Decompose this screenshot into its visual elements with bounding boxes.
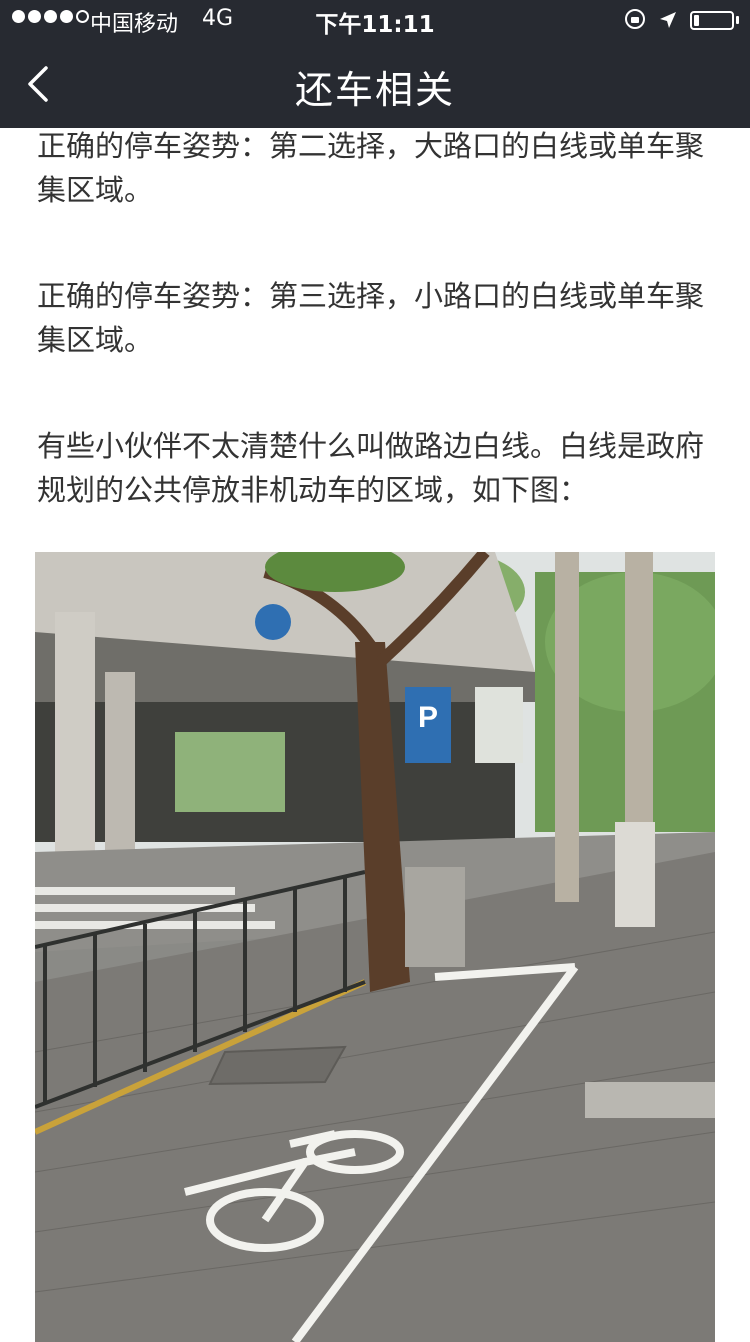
photo-illustration: P — [35, 552, 715, 1342]
orientation-lock-icon — [625, 9, 645, 29]
article-paragraph: 有些小伙伴不太清楚什么叫做路边白线。白线是政府规划的公共停放非机动车的区域，如下… — [37, 429, 705, 507]
article-body: 正确的停车姿势：第二选择，大路口的白线或单车聚集区域。 正确的停车姿势：第三选择… — [37, 124, 717, 512]
status-bar: 中国移动 4G 下午11:11 — [0, 0, 750, 40]
parking-sign-letter: P — [418, 701, 438, 734]
article-paragraph: 正确的停车姿势：第二选择，大路口的白线或单车聚集区域。 — [37, 129, 705, 207]
article-paragraph: 正确的停车姿势：第三选择，小路口的白线或单车聚集区域。 — [37, 279, 705, 357]
article-photo-bike-parking-lane: P — [35, 552, 715, 1342]
navigation-bar: 还车相关 — [0, 40, 750, 128]
top-bar: 中国移动 4G 下午11:11 还车相关 — [0, 0, 750, 128]
battery-fill — [694, 15, 699, 26]
page-title: 还车相关 — [294, 68, 455, 112]
battery-cap — [736, 16, 739, 24]
location-arrow-icon — [660, 12, 676, 28]
battery-icon — [690, 11, 734, 30]
